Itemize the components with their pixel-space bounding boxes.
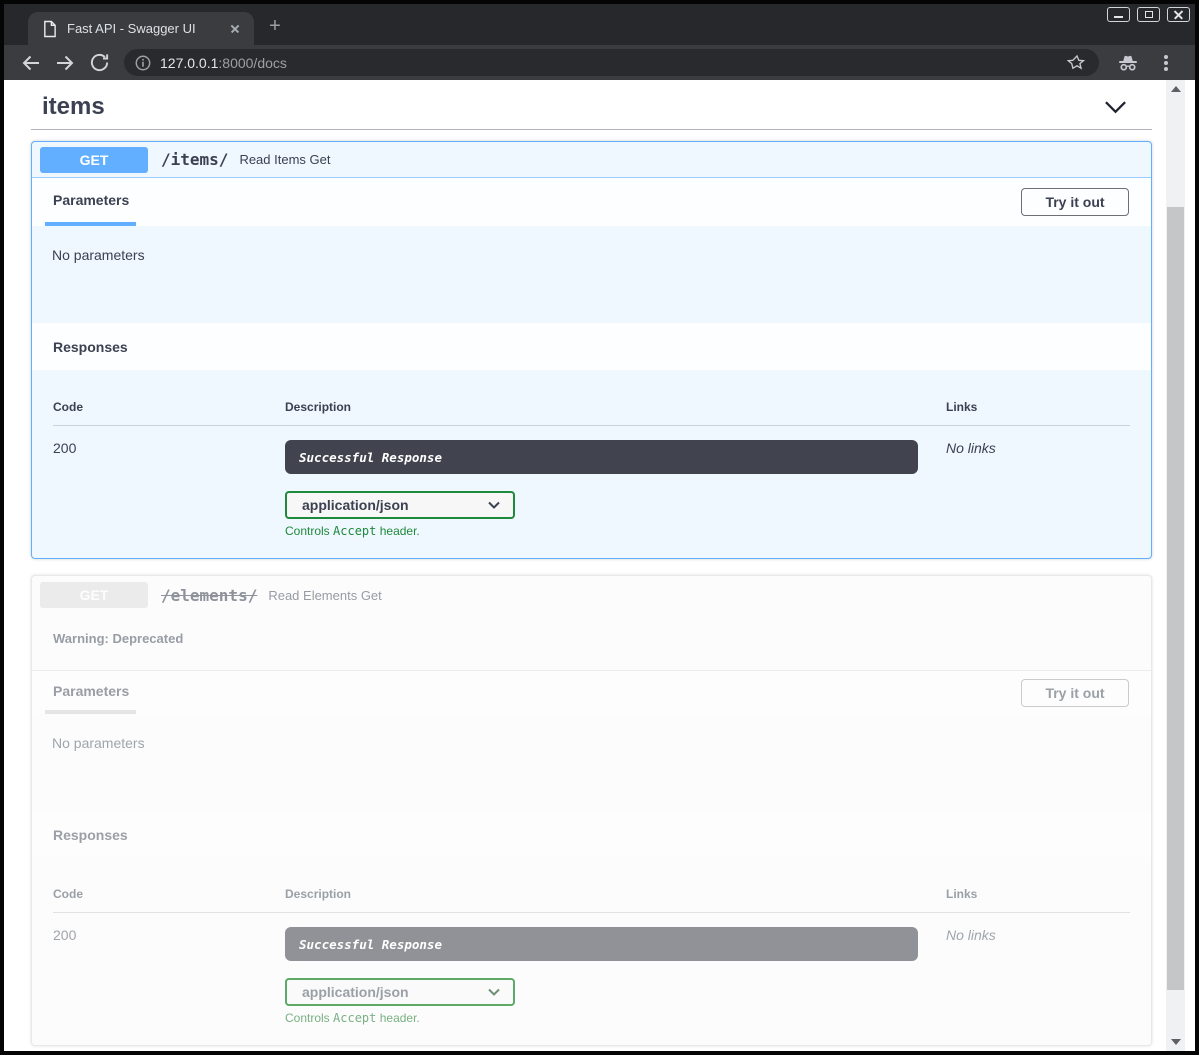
tag-section-header[interactable]: items [31, 80, 1152, 122]
page-favicon-icon [42, 20, 57, 38]
bookmark-star-icon[interactable] [1067, 53, 1087, 73]
opblock-get-items: GET /items/ Read Items Get Parameters Tr… [31, 141, 1152, 559]
responses-header: Responses [32, 812, 1151, 857]
scrollbar-down-arrow[interactable] [1166, 1035, 1185, 1049]
browser-titlebar: Fast API - Swagger UI + [4, 4, 1195, 45]
responses-body: Code Description Links 200 Successful Re… [32, 370, 1151, 558]
response-code: 200 [53, 440, 285, 538]
responses-body: Code Description Links 200 Successful Re… [32, 857, 1151, 1045]
response-description-text: Successful Response [299, 937, 442, 952]
forward-button[interactable] [53, 51, 77, 75]
col-code: Code [53, 887, 285, 901]
scrollbar-thumb[interactable] [1167, 207, 1184, 990]
col-description: Description [285, 887, 946, 901]
controls-accept-note: Controls Accept header. [285, 524, 946, 538]
method-badge: GET [40, 147, 148, 173]
controls-prefix: Controls [285, 524, 333, 538]
minimize-icon [1114, 16, 1123, 18]
back-button[interactable] [19, 51, 43, 75]
response-description-cell: Successful Response application/json Con… [285, 440, 946, 538]
opblock-get-elements-deprecated: GET /elements/ Read Elements Get Warning… [31, 575, 1152, 1046]
col-links: Links [946, 400, 1130, 414]
tab-title: Fast API - Swagger UI [67, 21, 226, 36]
media-type-value: application/json [302, 497, 409, 513]
parameters-body: No parameters [32, 714, 1151, 812]
col-description: Description [285, 400, 946, 414]
url-host: 127.0.0.1 [160, 55, 218, 71]
response-row: 200 Successful Response application/json… [53, 426, 1130, 538]
col-links: Links [946, 887, 1130, 901]
controls-code: Accept [333, 524, 376, 538]
method-badge: GET [40, 582, 148, 608]
address-bar[interactable]: 127.0.0.1:8000/docs [124, 49, 1099, 76]
response-description-panel: Successful Response [285, 927, 918, 961]
reload-button[interactable] [87, 51, 111, 75]
response-links: No links [946, 440, 1130, 538]
browser-menu-button[interactable] [1153, 50, 1179, 76]
page-scrollbar[interactable] [1166, 80, 1185, 1051]
controls-prefix: Controls [285, 1011, 333, 1025]
operation-description: Read Elements Get [268, 588, 381, 603]
media-type-value: application/json [302, 984, 409, 1000]
response-links: No links [946, 927, 1130, 1025]
tab-parameters[interactable]: Parameters [45, 178, 136, 226]
close-icon [1173, 9, 1184, 20]
operation-summary[interactable]: GET /items/ Read Items Get [32, 142, 1151, 178]
maximize-icon [1145, 11, 1153, 18]
col-code: Code [53, 400, 285, 414]
response-description-text: Successful Response [299, 450, 442, 465]
tag-title: items [42, 93, 105, 121]
response-code: 200 [53, 927, 285, 1025]
responses-title: Responses [53, 339, 128, 355]
try-it-out-button[interactable]: Try it out [1021, 188, 1129, 216]
try-it-out-button[interactable]: Try it out [1021, 679, 1129, 707]
operation-path: /items/ [161, 150, 228, 169]
incognito-icon [1115, 50, 1141, 76]
operation-description: Read Items Get [239, 152, 330, 167]
tab-parameters[interactable]: Parameters [45, 671, 136, 714]
deprecated-warning: Warning: Deprecated [32, 614, 1151, 670]
new-tab-button[interactable]: + [262, 14, 288, 40]
operation-path: /elements/ [161, 586, 257, 605]
controls-suffix: header. [376, 1011, 419, 1025]
response-row: 200 Successful Response application/json… [53, 913, 1130, 1025]
responses-table-head: Code Description Links [53, 400, 1130, 426]
parameters-body: No parameters [32, 226, 1151, 323]
section-divider [31, 129, 1152, 130]
no-parameters-text: No parameters [52, 735, 145, 751]
url-path: :8000/docs [218, 55, 287, 71]
response-description-cell: Successful Response application/json Con… [285, 927, 946, 1025]
operation-summary[interactable]: GET /elements/ Read Elements Get [32, 576, 1151, 614]
tab-close-icon[interactable] [226, 20, 244, 38]
window-minimize-button[interactable] [1107, 7, 1130, 22]
responses-header: Responses [32, 323, 1151, 370]
site-info-icon[interactable] [134, 54, 152, 72]
select-chevron-icon [488, 988, 500, 996]
responses-title: Responses [53, 827, 128, 843]
controls-accept-note: Controls Accept header. [285, 1011, 946, 1025]
responses-table-head: Code Description Links [53, 887, 1130, 913]
media-type-select[interactable]: application/json [285, 978, 515, 1006]
parameters-header: Parameters Try it out [32, 178, 1151, 226]
page-viewport: items GET /items/ Read Items Get Paramet… [4, 80, 1195, 1051]
controls-suffix: header. [376, 524, 419, 538]
media-type-select[interactable]: application/json [285, 491, 515, 519]
response-description-panel: Successful Response [285, 440, 918, 474]
collapse-chevron-icon[interactable] [1104, 100, 1127, 114]
window-maximize-button[interactable] [1137, 7, 1160, 22]
browser-toolbar: 127.0.0.1:8000/docs [4, 45, 1195, 80]
browser-tab[interactable]: Fast API - Swagger UI [28, 12, 254, 45]
scrollbar-up-arrow[interactable] [1166, 82, 1185, 96]
controls-code: Accept [333, 1011, 376, 1025]
no-parameters-text: No parameters [52, 247, 145, 263]
select-chevron-icon [488, 501, 500, 509]
swagger-content: items GET /items/ Read Items Get Paramet… [31, 80, 1152, 1046]
window-close-button[interactable] [1167, 7, 1190, 22]
url-text[interactable]: 127.0.0.1:8000/docs [160, 55, 1067, 71]
window-controls [1107, 7, 1190, 22]
parameters-header: Parameters Try it out [32, 670, 1151, 714]
